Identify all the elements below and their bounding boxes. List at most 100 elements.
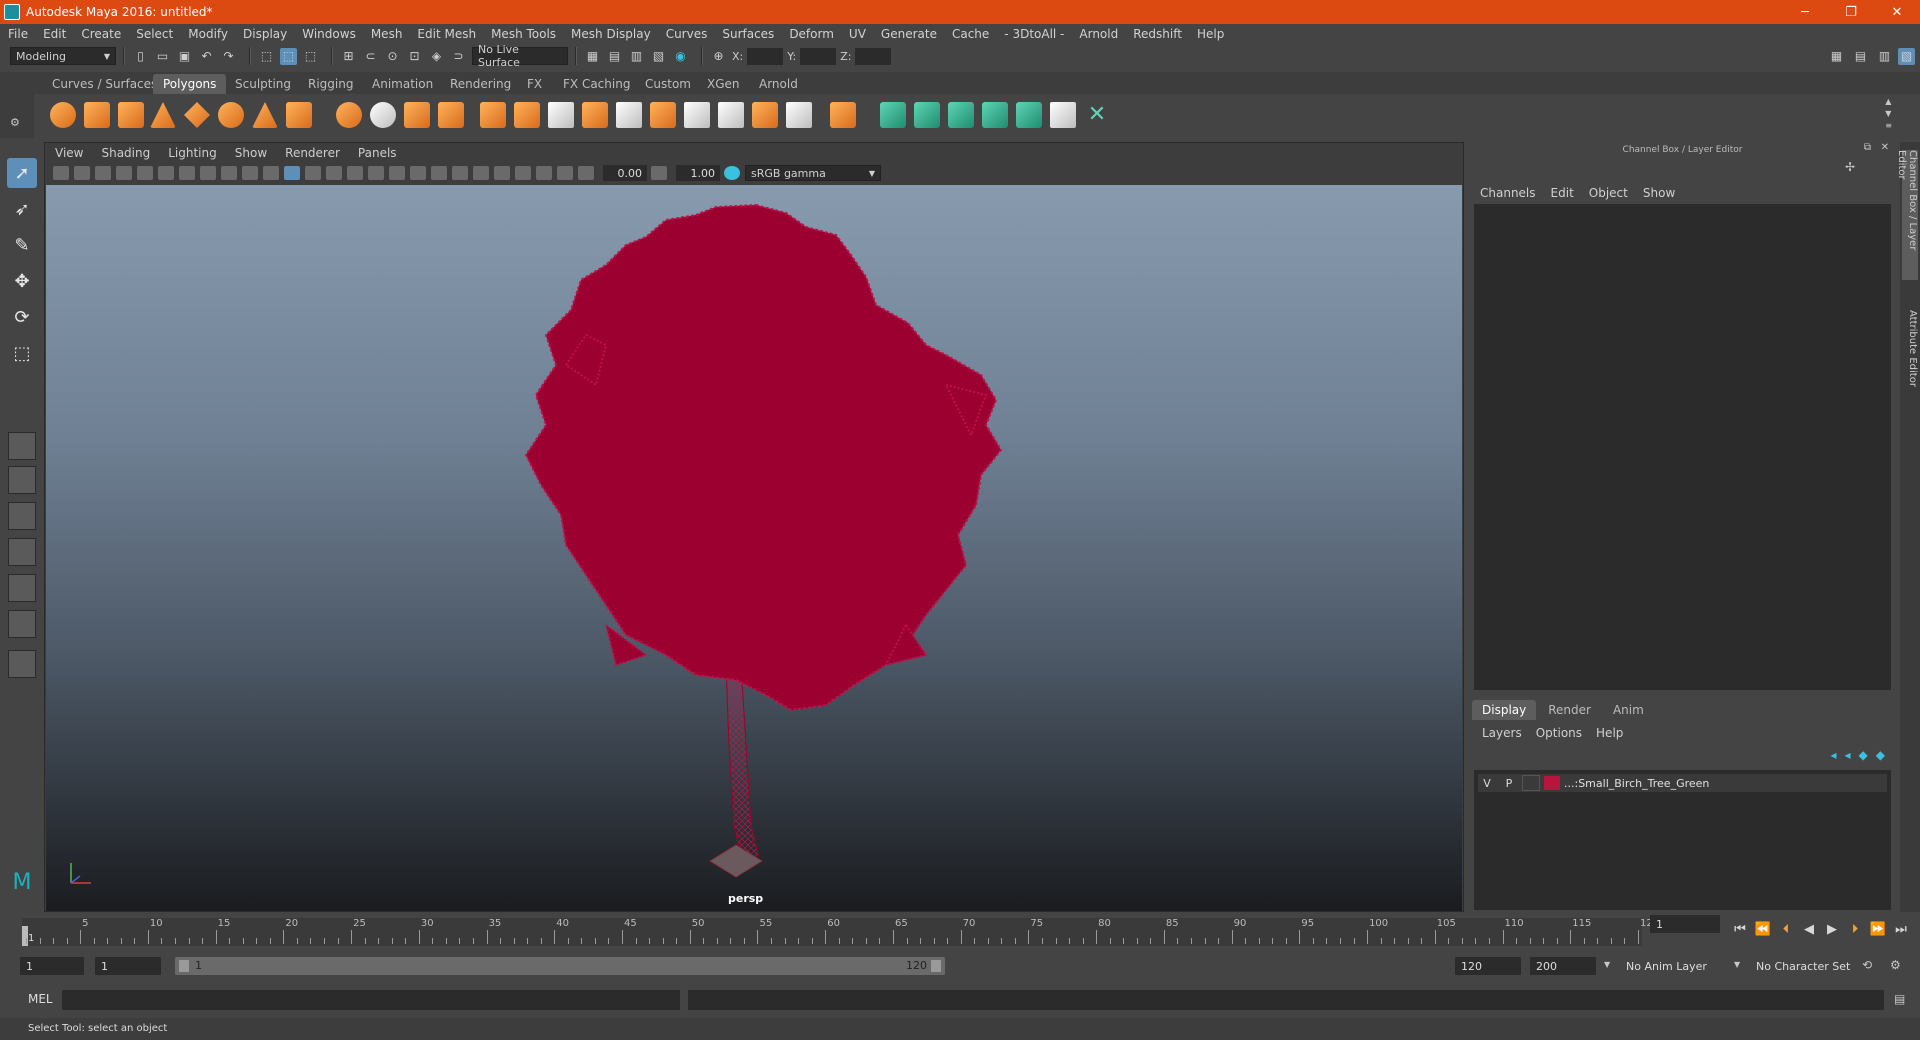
- character-set-dropdown[interactable]: No Character Set: [1750, 957, 1860, 975]
- playback-range-bar[interactable]: 1 120: [175, 957, 945, 975]
- select-tool-icon[interactable]: ➚: [7, 158, 37, 188]
- layer-display-type-toggle[interactable]: [1522, 775, 1540, 791]
- transform-mode-icon[interactable]: ⊕: [710, 48, 727, 65]
- panel-menu-lighting[interactable]: Lighting: [168, 146, 217, 160]
- menu-edit[interactable]: Edit: [43, 27, 66, 41]
- float-panel-icon[interactable]: ⧉: [1864, 142, 1871, 153]
- paint-select-tool-icon[interactable]: ✎: [7, 230, 37, 260]
- minimize-button[interactable]: ─: [1782, 0, 1828, 24]
- shelf-scroll-icon[interactable]: ▲ ▼ ≡: [1885, 96, 1892, 132]
- persp-outliner-layout-icon[interactable]: [8, 502, 36, 530]
- smooth-shade-icon[interactable]: [305, 166, 321, 180]
- snap-magnet-icon[interactable]: ⊃: [450, 48, 467, 65]
- select-hierarchy-icon[interactable]: ⬚: [258, 48, 275, 65]
- render-frame-icon[interactable]: ▤: [606, 48, 623, 65]
- insert-edge-loop-icon[interactable]: [582, 102, 608, 128]
- playback-end-field[interactable]: 120: [1455, 957, 1521, 975]
- range-start-handle[interactable]: [179, 960, 189, 972]
- use-lights-icon[interactable]: [368, 166, 384, 180]
- textured-icon[interactable]: [347, 166, 363, 180]
- select-object-icon[interactable]: ⬚: [280, 47, 297, 65]
- shelf-tab-curves-surfaces[interactable]: Curves / Surfaces: [42, 74, 167, 94]
- menu-help[interactable]: Help: [1197, 27, 1224, 41]
- separate-icon[interactable]: [370, 102, 396, 128]
- snap-grid-icon[interactable]: ⊞: [340, 48, 357, 65]
- menu-mesh-display[interactable]: Mesh Display: [571, 27, 651, 41]
- menu-edit-mesh[interactable]: Edit Mesh: [417, 27, 476, 41]
- snap-point-icon[interactable]: ⊙: [384, 48, 401, 65]
- safe-action-icon[interactable]: [242, 166, 258, 180]
- exposure-icon[interactable]: [578, 166, 594, 180]
- restore-button[interactable]: ❐: [1828, 0, 1874, 24]
- show-menu[interactable]: Show: [1643, 186, 1675, 200]
- command-language-label[interactable]: MEL: [28, 992, 53, 1006]
- field-chart-icon[interactable]: [221, 166, 237, 180]
- shelf-settings-icon[interactable]: ⚙: [10, 116, 20, 129]
- multi-cut-icon[interactable]: [548, 102, 574, 128]
- shelf-tab-animation[interactable]: Animation: [362, 74, 443, 94]
- object-menu[interactable]: Object: [1589, 186, 1628, 200]
- layers-menu[interactable]: Layers: [1482, 726, 1522, 740]
- ambient-occlusion-icon[interactable]: [410, 166, 426, 180]
- tab-anim[interactable]: Anim: [1603, 700, 1654, 720]
- exposure-field[interactable]: 0.00: [603, 165, 647, 181]
- cylindrical-map-icon[interactable]: [786, 102, 812, 128]
- layer-playback-toggle[interactable]: P: [1500, 775, 1518, 791]
- poly-sphere-icon[interactable]: [50, 102, 76, 128]
- new-layer-selected-icon[interactable]: ◆: [1876, 748, 1885, 762]
- isolate-select-icon[interactable]: [494, 166, 510, 180]
- layer-row[interactable]: V P ...:Small_Birch_Tree_Green: [1478, 774, 1887, 792]
- shelf-tab-fx[interactable]: FX: [517, 74, 552, 94]
- snap-curve-icon[interactable]: ⊂: [362, 48, 379, 65]
- panel-menu-view[interactable]: View: [55, 146, 83, 160]
- anti-aliasing-icon[interactable]: [452, 166, 468, 180]
- tab-render[interactable]: Render: [1538, 700, 1601, 720]
- playback-start-field[interactable]: 1: [95, 957, 161, 975]
- bridge-icon[interactable]: [438, 102, 464, 128]
- open-scene-icon[interactable]: ▭: [154, 48, 171, 65]
- extrude-icon[interactable]: [404, 102, 430, 128]
- current-frame-field[interactable]: 1: [1650, 915, 1720, 933]
- menu-generate[interactable]: Generate: [881, 27, 937, 41]
- menu-redshift[interactable]: Redshift: [1133, 27, 1182, 41]
- snap-view-icon[interactable]: ⊡: [406, 48, 423, 65]
- step-back-frame-icon[interactable]: ⏪: [1753, 918, 1773, 940]
- snap-surface-icon[interactable]: ◈: [428, 48, 445, 65]
- rotate-tool-icon[interactable]: ⟳: [7, 302, 37, 332]
- command-input[interactable]: [62, 990, 680, 1010]
- menu-uv[interactable]: UV: [849, 27, 866, 41]
- image-plane-icon[interactable]: [116, 166, 132, 180]
- move-layer-down-icon[interactable]: ◂: [1845, 748, 1851, 762]
- play-backwards-icon[interactable]: ◀: [1799, 918, 1819, 940]
- sculpt-spray-icon[interactable]: ✕: [1084, 102, 1110, 128]
- color-management-icon[interactable]: [724, 166, 740, 180]
- x-field[interactable]: [747, 47, 784, 65]
- xray-icon[interactable]: [515, 166, 531, 180]
- sculpt-grab-icon[interactable]: [948, 102, 974, 128]
- side-tab-attribute-editor[interactable]: Attribute Editor: [1902, 310, 1918, 400]
- panel-menu-shading[interactable]: Shading: [101, 146, 150, 160]
- close-button[interactable]: ✕: [1874, 0, 1920, 24]
- camera-attributes-icon[interactable]: [74, 166, 90, 180]
- new-scene-icon[interactable]: ▯: [132, 48, 149, 65]
- poly-pipe-icon[interactable]: [286, 102, 312, 128]
- range-end-handle[interactable]: [931, 960, 941, 972]
- grid-icon[interactable]: [137, 166, 153, 180]
- xray-components-icon[interactable]: [557, 166, 573, 180]
- default-material-icon[interactable]: [326, 166, 342, 180]
- poly-torus-icon[interactable]: [218, 102, 244, 128]
- menu-mesh-tools[interactable]: Mesh Tools: [491, 27, 556, 41]
- redo-icon[interactable]: ↷: [220, 48, 237, 65]
- step-forward-frame-icon[interactable]: ⏩: [1868, 918, 1888, 940]
- step-forward-key-icon[interactable]: ⏵: [1845, 918, 1865, 940]
- render-settings-icon[interactable]: ▧: [650, 48, 667, 65]
- automatic-map-icon[interactable]: [752, 102, 778, 128]
- menu-modify[interactable]: Modify: [188, 27, 228, 41]
- menu-create[interactable]: Create: [81, 27, 121, 41]
- channel-box-toggle-icon[interactable]: ▧: [1898, 47, 1915, 65]
- offset-edge-loop-icon[interactable]: [616, 102, 642, 128]
- gate-mask-icon[interactable]: [200, 166, 216, 180]
- script-editor-icon[interactable]: ▤: [1894, 992, 1905, 1006]
- shadows-icon[interactable]: [389, 166, 405, 180]
- depth-of-field-icon[interactable]: [473, 166, 489, 180]
